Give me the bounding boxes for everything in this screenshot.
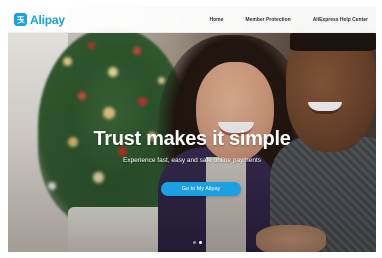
top-navbar: Alipay Home Member Protection AliExpress… xyxy=(8,7,376,33)
carousel-dot-2[interactable] xyxy=(198,241,202,244)
hero-headline: Trust makes it simple xyxy=(93,128,291,150)
carousel-indicators xyxy=(191,241,203,244)
alipay-logo[interactable]: Alipay xyxy=(14,13,65,27)
nav-link-member-protection[interactable]: Member Protection xyxy=(245,17,290,23)
carousel-dot-1[interactable] xyxy=(192,241,196,244)
page-frame: Alipay Home Member Protection AliExpress… xyxy=(8,7,376,252)
brand-name: Alipay xyxy=(30,12,65,27)
main-nav: Home Member Protection AliExpress Help C… xyxy=(187,17,368,23)
go-to-my-alipay-button[interactable]: Go to My Alipay xyxy=(161,182,241,196)
nav-link-help-center[interactable]: AliExpress Help Center xyxy=(313,17,368,23)
hero-subheadline: Experience fast, easy and safe online pa… xyxy=(122,157,262,164)
alipay-logo-icon xyxy=(14,13,27,26)
nav-link-home[interactable]: Home xyxy=(209,17,223,23)
